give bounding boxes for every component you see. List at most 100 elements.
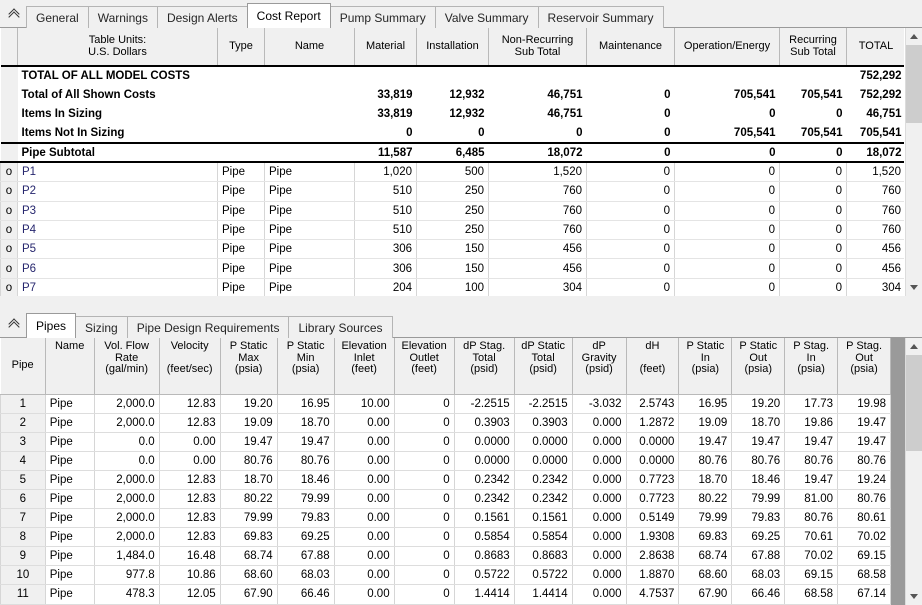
pipes-table-row[interactable]: 10 Pipe 977.8 10.86 68.60 68.03 0.00 0 0.5722 0.5… (0, 565, 892, 586)
pipe-cell-pstatic-min: 69.25 (276, 527, 335, 548)
pipes-table-row[interactable]: 3 Pipe 0.0 0.00 19.47 19.47 0.00 0 0.0000 0.0000 0… (0, 432, 892, 452)
cost-cell-total: 760 (846, 201, 904, 221)
cost-item-row[interactable]: o P7 Pipe Pipe 204 100 304 0 0 0 304 (0, 278, 904, 296)
pipes-col-dp-static-total[interactable]: dP Static Total (psid) (513, 338, 573, 395)
pipes-table-row[interactable]: 7 Pipe 2,000.0 12.83 79.99 79.83 0.00 0 0.1561 0.… (0, 508, 892, 529)
pipes-vertical-scrollbar[interactable] (905, 338, 922, 605)
scroll-thumb[interactable] (906, 355, 922, 451)
pipe-row-number[interactable]: 4 (0, 451, 46, 471)
cost-report-vertical-scrollbar[interactable] (905, 28, 922, 296)
tab-library-sources[interactable]: Library Sources (288, 316, 393, 338)
cost-item-row[interactable]: o P4 Pipe Pipe 510 250 760 0 0 0 760 (0, 220, 904, 241)
pipes-col-pstag-out[interactable]: P Stag. Out (psia) (837, 338, 892, 395)
pipe-row-number[interactable]: 10 (0, 565, 46, 586)
pipes-col-pstatic-min[interactable]: P Static Min (psia) (276, 338, 335, 395)
pipe-row-number[interactable]: 9 (0, 546, 46, 567)
pipes-col-pstatic-max[interactable]: P Static Max (psia) (219, 338, 278, 395)
scroll-down-button[interactable] (906, 588, 922, 605)
row-marker-cell (0, 123, 18, 145)
row-marker-cell[interactable]: o (0, 220, 18, 241)
pipe-row-number[interactable]: 7 (0, 508, 46, 529)
row-marker-cell[interactable]: o (0, 258, 18, 279)
pipes-col-velocity[interactable]: Velocity . (feet/sec) (158, 338, 221, 395)
pipe-row-number[interactable]: 6 (0, 489, 46, 510)
row-marker-cell[interactable]: o (0, 201, 18, 221)
pipes-col-dh[interactable]: dH . (feet) (625, 338, 680, 395)
pipes-col-dp-stag-total[interactable]: dP Stag. Total (psid) (453, 338, 515, 395)
cost-item-row[interactable]: o P1 Pipe Pipe 1,020 500 1,520 0 0 0 1,520 (0, 162, 904, 183)
pipe-cell-pstag-out: 19.98 (837, 394, 892, 414)
panel-splitter[interactable] (0, 296, 922, 310)
scroll-track[interactable] (906, 355, 922, 588)
cost-col-nonrecurring[interactable]: Non-Recurring Sub Total (488, 28, 587, 67)
pipe-row-number[interactable]: 8 (0, 527, 46, 548)
cost-summary-row[interactable]: Total of All Shown Costs 33,819 12,932 46,7… (0, 85, 905, 105)
row-marker-cell[interactable]: o (0, 162, 18, 183)
collapse-pipes-panel-button[interactable] (2, 311, 26, 337)
cost-col-type[interactable]: Type (217, 28, 265, 67)
pipes-col-elev-inlet[interactable]: Elevation Inlet (feet) (333, 338, 395, 395)
scroll-down-button[interactable] (906, 279, 922, 296)
scroll-thumb[interactable] (906, 45, 922, 123)
cost-item-row[interactable]: o P3 Pipe Pipe 510 250 760 0 0 0 760 (0, 201, 904, 221)
cost-col-installation[interactable]: Installation (416, 28, 489, 67)
cost-report-window: General Warnings Design Alerts Cost Report P… (0, 0, 922, 605)
cost-summary-row[interactable]: Items Not In Sizing 0 0 0 0 705,541 705,541 705… (0, 123, 904, 145)
tab-cost-report[interactable]: Cost Report (246, 3, 331, 28)
row-marker-cell[interactable]: o (0, 239, 18, 260)
cost-summary-row[interactable]: Items In Sizing 33,819 12,932 46,751 0 0 0 46,7… (0, 104, 905, 124)
tab-pipe-design-requirements[interactable]: Pipe Design Requirements (126, 316, 290, 338)
cost-item-row[interactable]: o P5 Pipe Pipe 306 150 456 0 0 0 456 (0, 239, 904, 260)
pipes-table-row[interactable]: 1 Pipe 2,000.0 12.83 19.20 16.95 10.00 0 -2.2515… (0, 394, 892, 414)
pipes-col-volflow[interactable]: Vol. Flow Rate (gal/min) (93, 338, 160, 395)
collapse-panel-button[interactable] (2, 1, 26, 27)
cost-item-row[interactable]: o P6 Pipe Pipe 306 150 456 0 0 0 456 (0, 258, 904, 279)
pipes-col-elev-outlet[interactable]: Elevation Outlet (feet) (393, 338, 455, 395)
pipe-row-number[interactable]: 1 (0, 394, 46, 414)
scroll-up-button[interactable] (906, 28, 922, 45)
pipe-cell-dp-stag-total: 0.2342 (453, 489, 515, 510)
pipe-row-number[interactable]: 2 (0, 413, 46, 433)
tab-valve-summary[interactable]: Valve Summary (434, 6, 539, 28)
tab-sizing[interactable]: Sizing (75, 316, 128, 338)
cost-summary-row[interactable]: Pipe Subtotal 11,587 6,485 18,072 0 0 0 18,072 (0, 143, 904, 164)
pipe-cell-pstatic-max: 69.83 (219, 527, 278, 548)
pipes-table-row[interactable]: 11 Pipe 478.3 12.05 67.90 66.46 0.00 0 1.4414 1.4… (0, 584, 892, 605)
tab-general[interactable]: General (26, 6, 89, 28)
pipe-row-number[interactable]: 3 (0, 432, 46, 452)
pipes-col-pstag-in[interactable]: P Stag. In (psia) (784, 338, 839, 395)
cost-cell-operation: 0 (674, 201, 780, 221)
cost-col-units[interactable]: Table Units: U.S. Dollars (17, 28, 218, 67)
tab-design-alerts[interactable]: Design Alerts (156, 6, 248, 28)
cost-item-row[interactable]: o P2 Pipe Pipe 510 250 760 0 0 0 760 (0, 181, 904, 202)
row-marker-cell[interactable]: o (0, 181, 18, 202)
scroll-up-button[interactable] (906, 338, 922, 355)
cost-summary-row[interactable]: TOTAL OF ALL MODEL COSTS 752,292 (0, 64, 904, 86)
cost-cell-material: 11,587 (354, 143, 417, 164)
cost-col-material[interactable]: Material (354, 28, 417, 67)
pipe-row-number[interactable]: 11 (0, 584, 46, 605)
pipes-col-name[interactable]: Name (44, 338, 95, 395)
cost-col-operation[interactable]: Operation/Energy (674, 28, 780, 67)
pipes-col-dp-gravity[interactable]: dP Gravity (psid) (571, 338, 627, 395)
pipes-table-row[interactable]: 9 Pipe 1,484.0 16.48 68.74 67.88 0.00 0 0.8683 0.… (0, 546, 892, 567)
pipes-table-row[interactable]: 5 Pipe 2,000.0 12.83 18.70 18.46 0.00 0 0.2342 0.… (0, 470, 892, 490)
tab-pump-summary[interactable]: Pump Summary (329, 6, 436, 28)
cost-col-name[interactable]: Name (264, 28, 355, 67)
pipes-col-pipe[interactable]: Pipe (0, 338, 46, 395)
tab-pipes[interactable]: Pipes (26, 313, 77, 338)
pipes-table-row[interactable]: 8 Pipe 2,000.0 12.83 69.83 69.25 0.00 0 0.5854 0.… (0, 527, 892, 548)
pipes-col-pstat-out[interactable]: P Static Out (psia) (731, 338, 786, 395)
cost-col-maintenance[interactable]: Maintenance (586, 28, 675, 67)
pipes-table-row[interactable]: 6 Pipe 2,000.0 12.83 80.22 79.99 0.00 0 0.2342 0.… (0, 489, 892, 510)
cost-col-total[interactable]: TOTAL (846, 28, 904, 67)
pipe-row-number[interactable]: 5 (0, 470, 46, 490)
row-marker-cell[interactable]: o (0, 278, 18, 296)
cost-col-recurring[interactable]: Recurring Sub Total (779, 28, 847, 67)
pipes-table-row[interactable]: 2 Pipe 2,000.0 12.83 19.09 18.70 0.00 0 0.3903 0.… (0, 413, 892, 433)
tab-reservoir-summary[interactable]: Reservoir Summary (537, 6, 664, 28)
tab-warnings[interactable]: Warnings (87, 6, 158, 28)
scroll-track[interactable] (906, 45, 922, 279)
pipes-table-row[interactable]: 4 Pipe 0.0 0.00 80.76 80.76 0.00 0 0.0000 0.0000 0… (0, 451, 892, 471)
pipes-col-pstat-in[interactable]: P Static In (psia) (678, 338, 733, 395)
